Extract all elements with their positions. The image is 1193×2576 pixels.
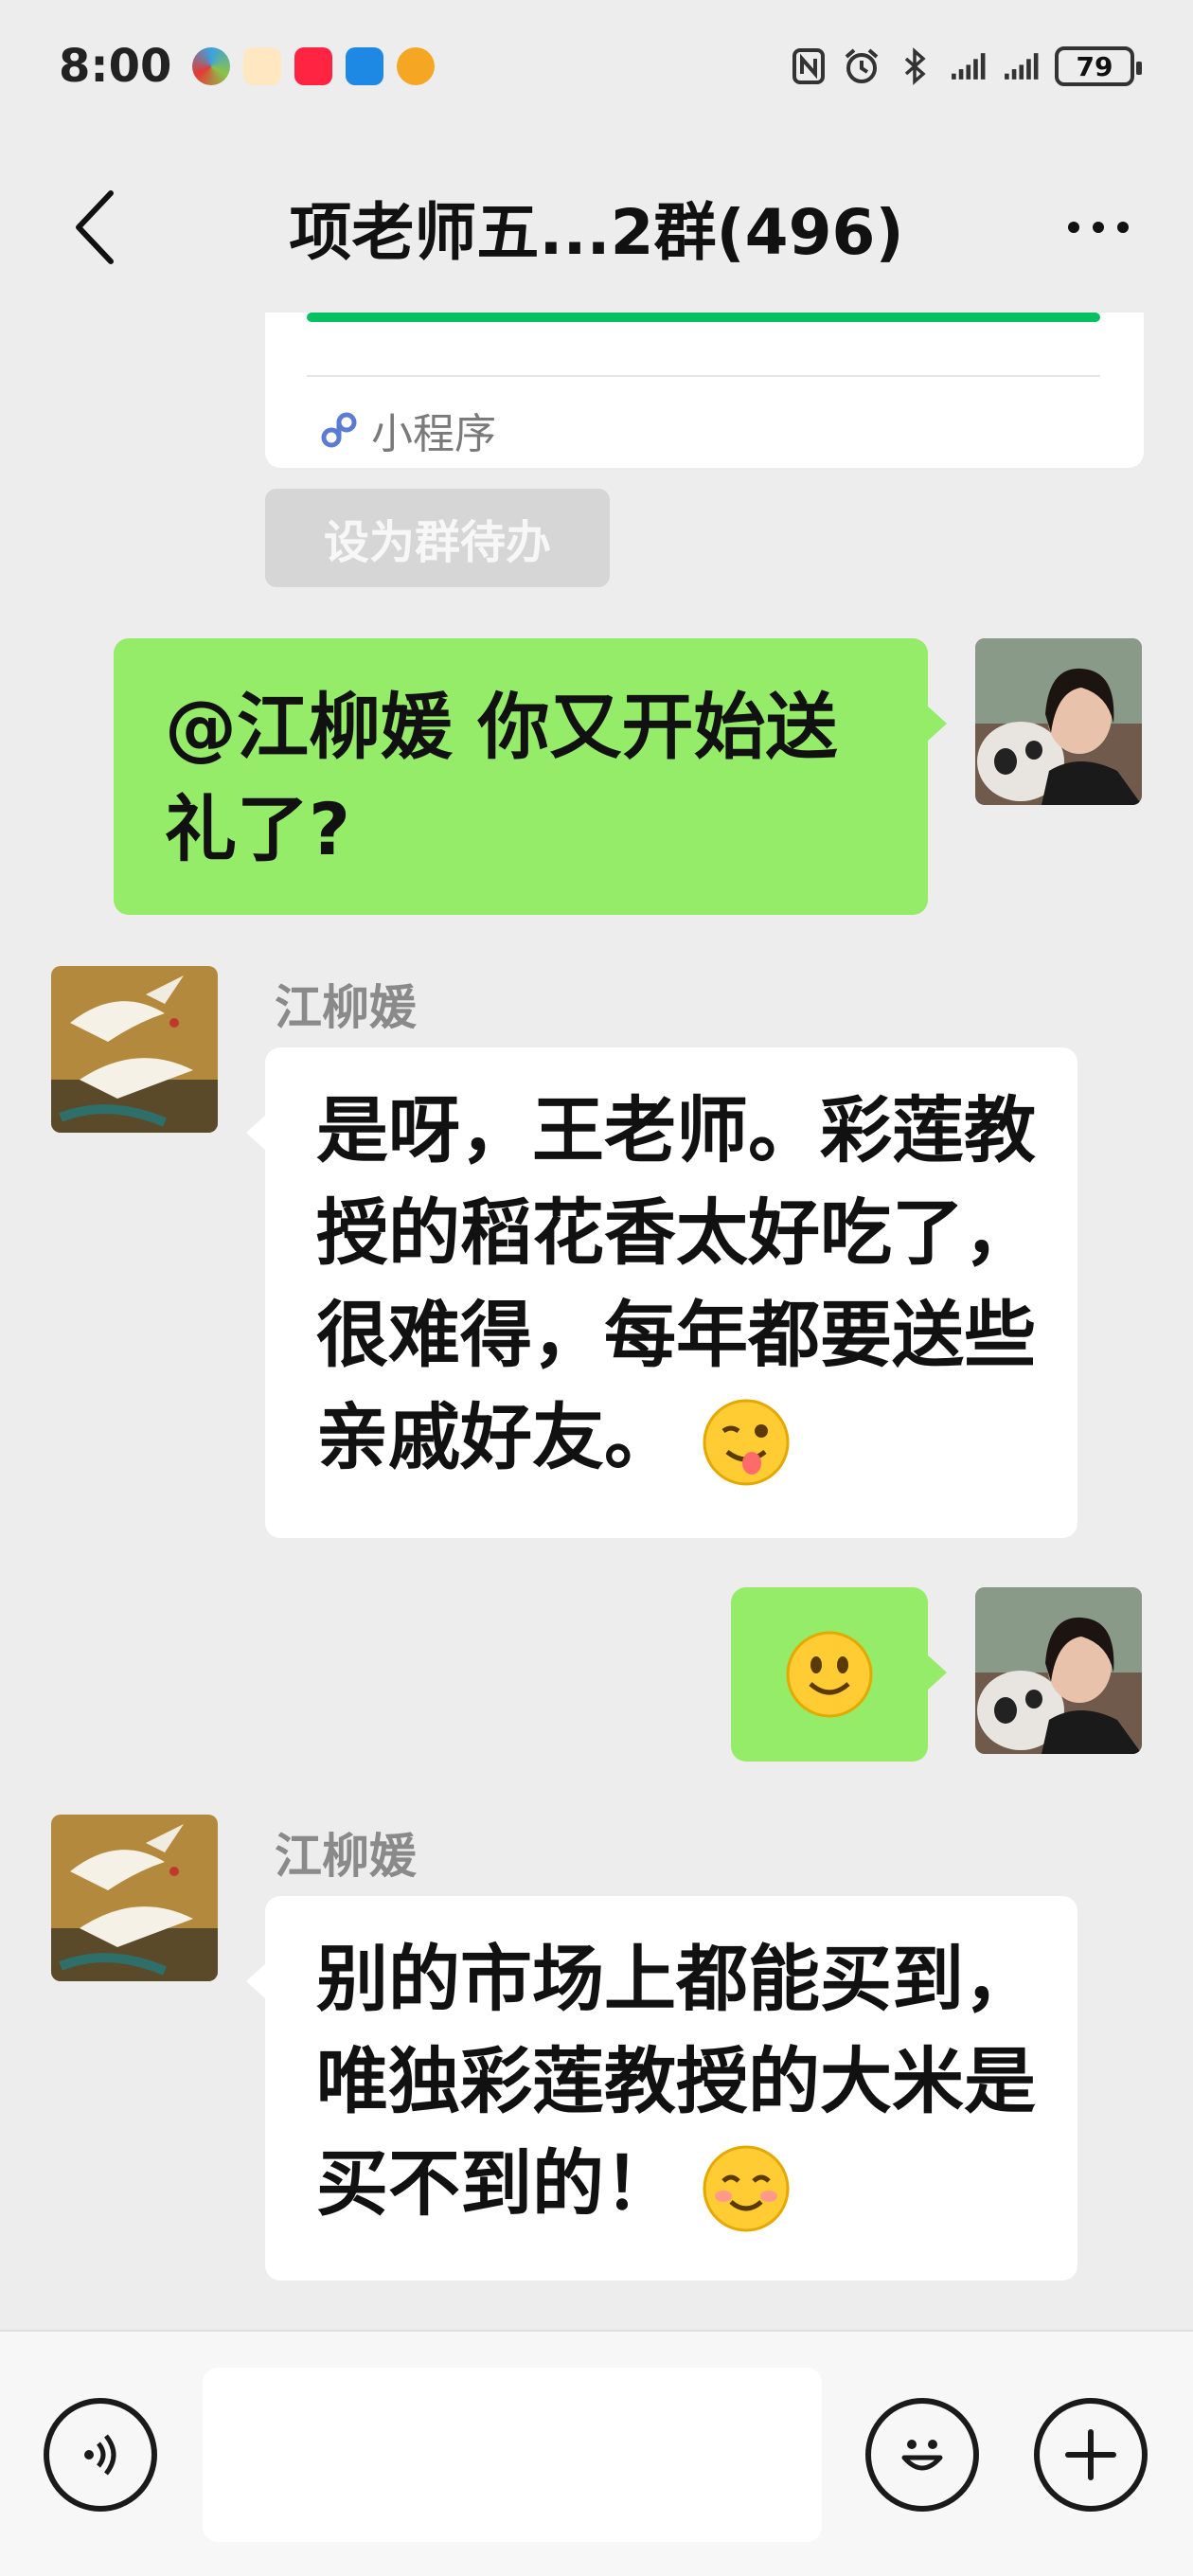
- divider: [307, 375, 1100, 377]
- chat-title: 项老师五...2群(496): [289, 196, 904, 269]
- voice-input-button[interactable]: [44, 2398, 157, 2512]
- message-bubble-incoming[interactable]: 别的市场上都能买到，唯独彩莲教授的大米是买不到的！: [246, 1896, 1077, 2281]
- message-list[interactable]: 小程序 设为群待办 @江柳媛 你又开始送礼了? 江柳媛 是呀，王老师。彩莲教授的…: [0, 313, 1193, 2330]
- sender-name: 江柳媛: [275, 980, 417, 1035]
- sender-avatar[interactable]: [51, 1815, 218, 1981]
- progress-bar: [307, 313, 1100, 322]
- weibo-icon: [397, 47, 436, 85]
- xiaohongshu-icon: [294, 47, 333, 85]
- voice-icon: [84, 2434, 116, 2476]
- battery-indicator: 79: [1055, 46, 1142, 86]
- mini-program-footer: 小程序: [318, 400, 496, 460]
- wink-tongue-emoji: [703, 1399, 790, 1486]
- more-dot: [1117, 222, 1129, 233]
- battery-level: 79: [1076, 50, 1113, 82]
- message-bubble-incoming[interactable]: 是呀，王老师。彩莲教授的稻花香太好吃了，很难得，每年都要送些亲戚好友。: [246, 1047, 1077, 1538]
- message-text: 是呀，王老师。彩莲教授的稻花香太好吃了，很难得，每年都要送些亲戚好友。: [316, 1088, 1036, 1479]
- status-bar: 8:00 79: [0, 0, 1193, 133]
- app-icon-blue: [346, 47, 384, 85]
- mini-program-icon: [321, 412, 357, 448]
- chat-header: 项老师五...2群(496): [0, 133, 1193, 322]
- more-options-button[interactable]: [1051, 189, 1146, 265]
- more-dot: [1068, 222, 1079, 233]
- mini-program-card[interactable]: 小程序: [265, 313, 1144, 468]
- emoji-icon: [901, 2440, 943, 2471]
- my-avatar[interactable]: [975, 638, 1142, 805]
- more-functions-button[interactable]: [1034, 2398, 1148, 2512]
- set-group-todo-button[interactable]: 设为群待办: [265, 489, 610, 587]
- signal-icon: [1002, 47, 1040, 85]
- message-bubble-outgoing[interactable]: @江柳媛 你又开始送礼了?: [114, 638, 947, 915]
- nfc-icon: [790, 47, 828, 85]
- emoji-button[interactable]: [865, 2398, 979, 2512]
- more-dot: [1093, 222, 1104, 233]
- message-text: @江柳媛 你又开始送礼了?: [165, 685, 838, 871]
- app-icon-orange: [243, 47, 282, 85]
- blush-emoji: [703, 2145, 790, 2232]
- china-mobile-icon: [192, 47, 231, 85]
- message-bubble-outgoing[interactable]: [731, 1587, 947, 1762]
- status-time: 8:00: [59, 40, 172, 93]
- sender-name: 江柳媛: [275, 1829, 417, 1884]
- alarm-icon: [843, 47, 881, 85]
- message-input[interactable]: [203, 2368, 822, 2542]
- notification-icons: [192, 47, 436, 85]
- my-avatar[interactable]: [975, 1587, 1142, 1754]
- chevron-left-icon: [76, 190, 114, 264]
- message-text: 别的市场上都能买到，唯独彩莲教授的大米是买不到的！: [316, 1937, 1036, 2226]
- bluetooth-icon: [896, 47, 934, 85]
- plus-icon: [1065, 2429, 1116, 2480]
- input-bar: [0, 2330, 1193, 2576]
- signal-icon: [949, 47, 987, 85]
- back-button[interactable]: [57, 180, 133, 275]
- sender-avatar[interactable]: [51, 966, 218, 1133]
- mini-program-label: 小程序: [371, 410, 496, 458]
- smile-emoji: [786, 1631, 873, 1718]
